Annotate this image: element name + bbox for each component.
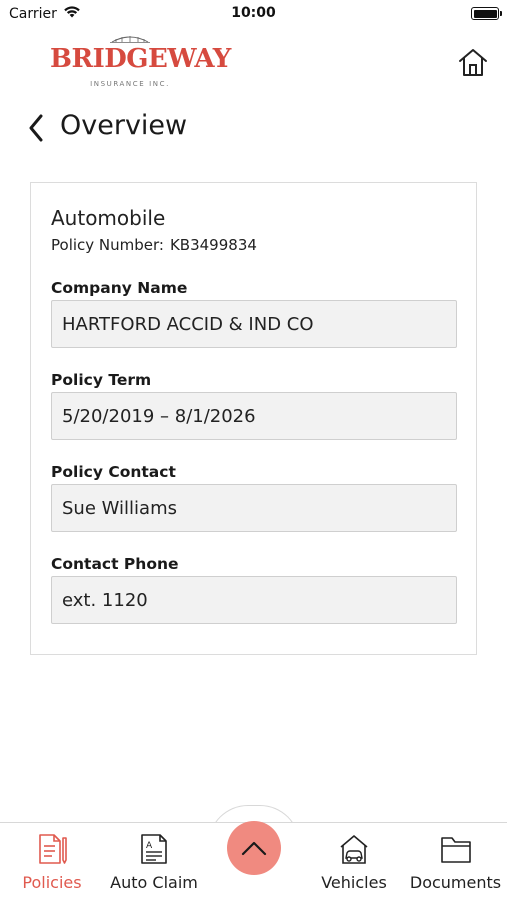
vehicles-icon	[340, 835, 368, 864]
policy-number: Policy Number: KB3499834	[51, 236, 257, 254]
battery-icon	[471, 7, 502, 20]
policy-number-label: Policy Number:	[51, 236, 164, 254]
home-button[interactable]	[455, 44, 491, 80]
policy-contact-field[interactable]: Sue Williams	[51, 484, 457, 532]
chevron-left-icon	[29, 114, 43, 142]
nav-item-policies[interactable]: Policies	[14, 829, 90, 895]
documents-icon	[440, 837, 471, 863]
page-title: Overview	[60, 110, 188, 141]
nav-item-documents[interactable]: Documents	[404, 829, 507, 895]
policy-number-value: KB3499834	[169, 236, 257, 254]
policy-contact-label: Policy Contact	[51, 463, 176, 481]
nav-label-vehicles: Vehicles	[321, 873, 387, 892]
chevron-up-icon	[241, 841, 267, 856]
policy-term-field[interactable]: 5/20/2019 – 8/1/2026	[51, 392, 457, 440]
logo-crest-icon	[110, 36, 150, 43]
expand-menu-button[interactable]	[227, 821, 281, 875]
contact-phone-field[interactable]: ext. 1120	[51, 576, 457, 624]
auto-claim-icon: A	[141, 834, 167, 864]
bridgeway-logo: BRIDGEWAY INSURANCE INC.	[50, 33, 231, 89]
policy-term-label: Policy Term	[51, 371, 152, 389]
policy-card: Automobile Policy Number: KB3499834 Comp…	[30, 182, 477, 655]
nav-label-policies: Policies	[22, 873, 82, 892]
logo-subtext: INSURANCE INC.	[90, 80, 170, 88]
nav-item-auto-claim[interactable]: A Auto Claim	[106, 829, 202, 895]
company-name-label: Company Name	[51, 279, 188, 297]
svg-text:A: A	[146, 841, 153, 851]
nav-label-auto-claim: Auto Claim	[110, 873, 198, 892]
back-button[interactable]	[22, 113, 50, 143]
contact-phone-label: Contact Phone	[51, 555, 179, 573]
policy-type: Automobile	[51, 206, 166, 230]
home-icon	[459, 49, 487, 76]
company-name-field[interactable]: HARTFORD ACCID & IND CO	[51, 300, 457, 348]
policies-icon	[39, 834, 67, 864]
status-time: 10:00	[231, 5, 276, 21]
logo-wordmark: BRIDGEWAY	[50, 44, 231, 74]
status-bar: Carrier 10:00	[0, 0, 507, 28]
nav-item-vehicles[interactable]: Vehicles	[312, 829, 396, 895]
nav-label-documents: Documents	[409, 873, 502, 892]
